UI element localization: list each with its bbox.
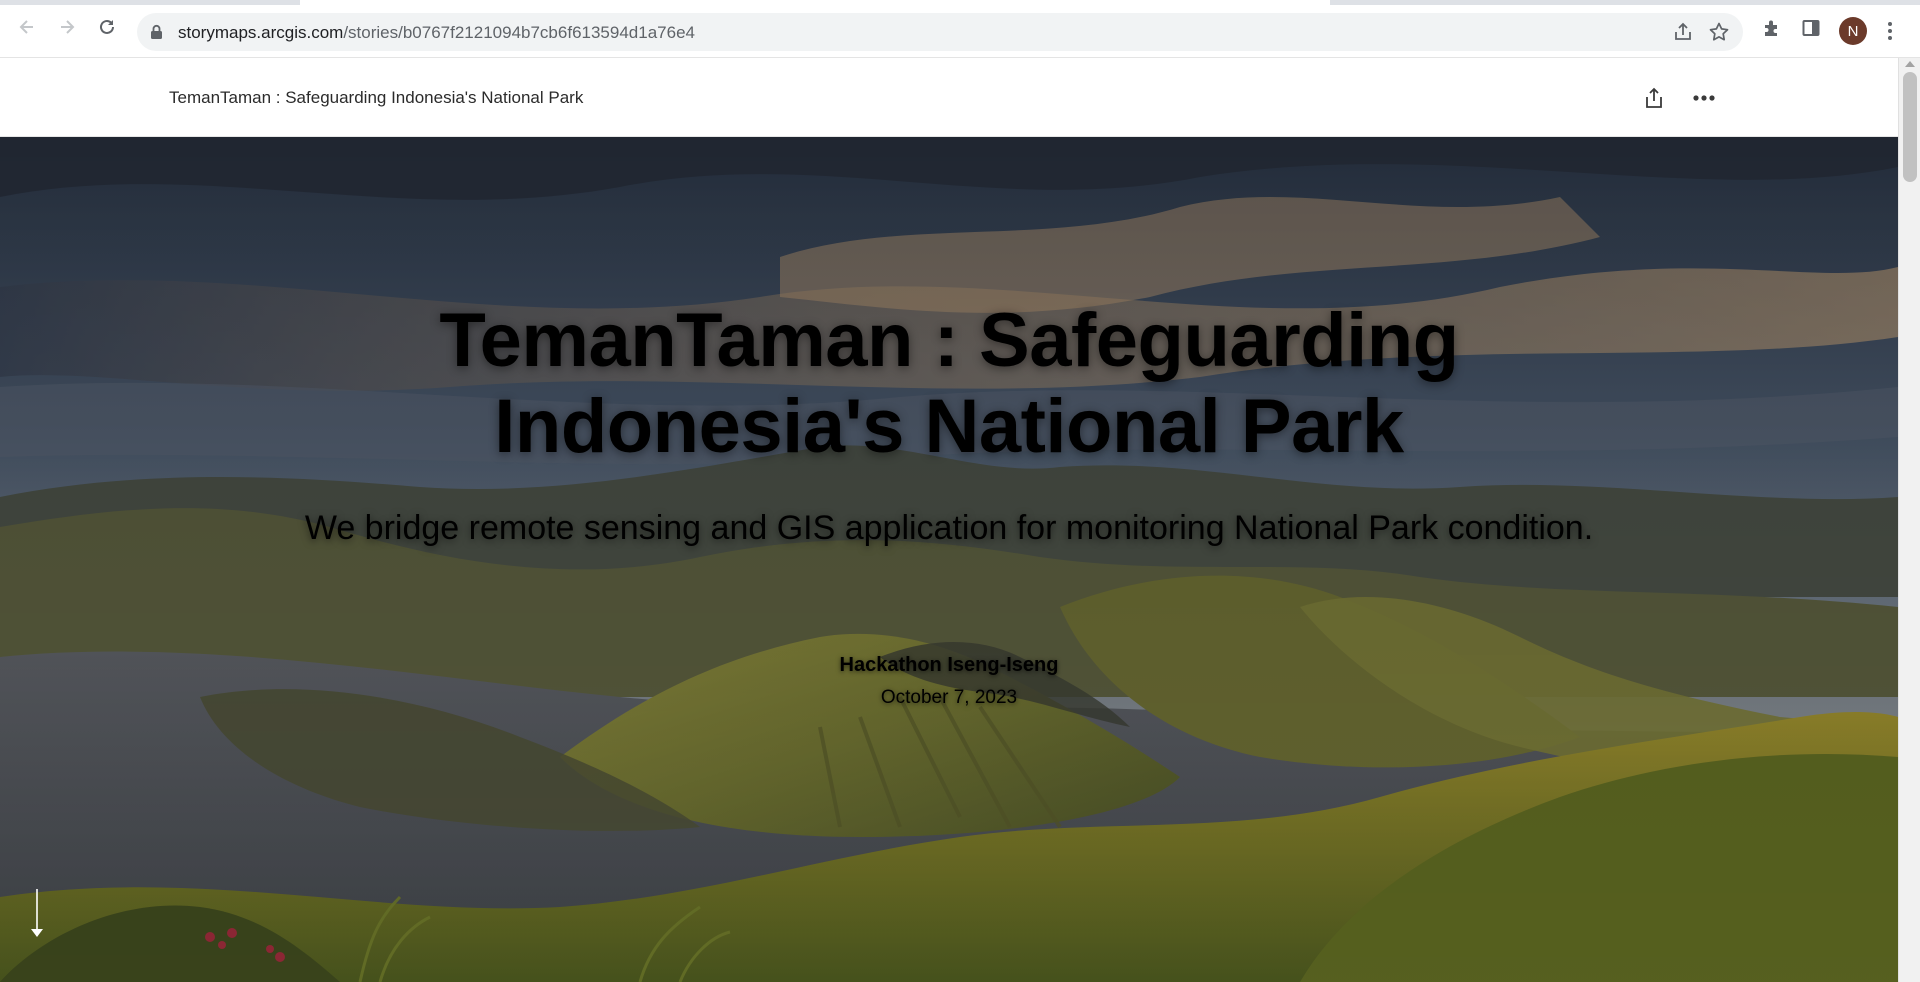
share-icon[interactable] (1638, 82, 1670, 114)
page-scrollbar[interactable] (1898, 58, 1920, 982)
extensions-icon[interactable] (1761, 17, 1783, 39)
scroll-down-icon[interactable] (28, 889, 46, 939)
share-icon[interactable] (1672, 21, 1694, 43)
lock-icon[interactable] (150, 24, 163, 40)
back-icon[interactable] (14, 14, 40, 40)
browser-toolbar: storymaps.arcgis.com/stories/b0767f21210… (0, 0, 1920, 58)
scrollbar-thumb[interactable] (1903, 72, 1917, 182)
forward-icon[interactable] (54, 14, 80, 40)
address-bar[interactable]: storymaps.arcgis.com/stories/b0767f21210… (137, 13, 1743, 51)
url-path: /stories/b0767f2121094b7cb6f613594d1a76e… (343, 23, 695, 42)
hero-background-image (0, 137, 1898, 982)
hero-date: October 7, 2023 (880, 687, 1018, 708)
page-viewport: TemanTaman : Safeguarding Indonesia's Na… (0, 58, 1898, 982)
hero-cover: TemanTaman : Safeguarding Indonesia's Na… (0, 137, 1898, 982)
side-panel-icon[interactable] (1800, 17, 1822, 39)
hero-title: TemanTaman : Safeguarding Indonesia's Na… (439, 298, 1459, 469)
reload-icon[interactable] (94, 14, 120, 40)
hero-subtitle: We bridge remote sensing and GIS applica… (304, 509, 1594, 547)
scroll-up-arrow-icon[interactable] (1905, 61, 1915, 67)
star-icon[interactable] (1708, 21, 1730, 43)
url-text[interactable]: storymaps.arcgis.com/stories/b0767f21210… (178, 23, 695, 43)
menu-icon[interactable] (1883, 17, 1897, 45)
active-tab[interactable] (300, 0, 1330, 5)
story-header-title: TemanTaman : Safeguarding Indonesia's Na… (169, 88, 584, 107)
url-host: storymaps.arcgis.com (178, 23, 344, 42)
tab-strip (0, 0, 1920, 5)
story-header: TemanTaman : Safeguarding Indonesia's Na… (0, 58, 1898, 137)
profile-avatar[interactable]: N (1839, 17, 1867, 45)
hero-author: Hackathon Iseng-Iseng (839, 654, 1059, 676)
more-icon[interactable] (1688, 82, 1720, 114)
